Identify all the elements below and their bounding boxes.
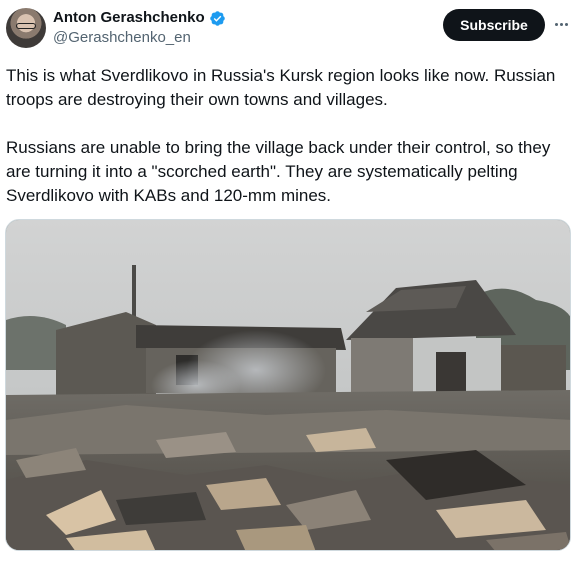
- tweet-paragraph: Russians are unable to bring the village…: [6, 138, 551, 205]
- more-dot: [564, 22, 568, 26]
- author-name-row[interactable]: Anton Gerashchenko: [53, 9, 226, 27]
- tweet-header: Anton Gerashchenko @Gerashchenko_en Subs…: [0, 0, 580, 58]
- verified-badge-icon[interactable]: [209, 10, 226, 27]
- more-dot: [554, 22, 558, 26]
- author-display-name[interactable]: Anton Gerashchenko: [53, 9, 205, 27]
- avatar-glasses: [16, 23, 36, 29]
- subscribe-button[interactable]: Subscribe: [443, 9, 545, 41]
- destroyed-village-photo: [6, 220, 570, 550]
- tweet-text: This is what Sverdlikovo in Russia's Kur…: [6, 64, 574, 208]
- author-handle[interactable]: @Gerashchenko_en: [53, 29, 191, 47]
- tweet-paragraph: This is what Sverdlikovo in Russia's Kur…: [6, 66, 556, 109]
- more-horizontal-icon[interactable]: [550, 14, 572, 34]
- tweet-media-image[interactable]: [5, 219, 571, 551]
- avatar[interactable]: [6, 8, 46, 48]
- more-dot: [559, 22, 563, 26]
